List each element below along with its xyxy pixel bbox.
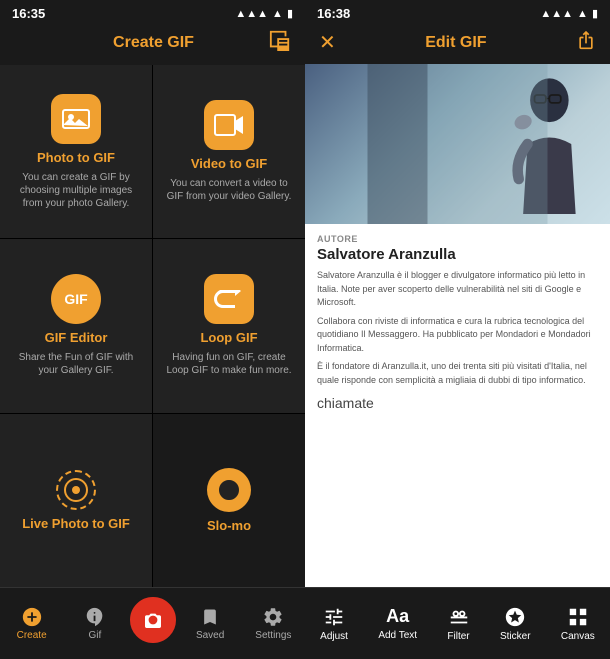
left-status-icons: ▲▲▲ ▲ ▮ <box>235 7 293 20</box>
article-content: AUTORE Salvatore Aranzulla Salvatore Ara… <box>305 224 610 421</box>
left-page-title: Create GIF <box>113 34 194 52</box>
video-to-gif-title: Video to GIF <box>191 156 267 171</box>
loop-icon-wrap <box>204 274 254 324</box>
live-photo-to-gif-title: Live Photo to GIF <box>22 516 130 531</box>
loop-gif-title: Loop GIF <box>200 330 257 345</box>
tab-create-label: Create <box>17 630 47 641</box>
image-preview: AUTORE Salvatore Aranzulla Salvatore Ara… <box>305 64 610 587</box>
right-status-icons: ▲▲▲ ▲ ▮ <box>540 7 598 20</box>
slomo-icon-wrap <box>207 468 251 512</box>
article-card: AUTORE Salvatore Aranzulla Salvatore Ara… <box>305 64 610 587</box>
loop-gif-desc: Having fun on GIF, create Loop GIF to ma… <box>163 351 295 377</box>
grid-item-video-to-gif[interactable]: Video to GIF You can convert a video to … <box>153 65 305 238</box>
toolbar-filter-label: Filter <box>447 631 469 642</box>
toolbar-item-sticker[interactable]: Sticker <box>500 606 531 642</box>
slo-mo-title: Slo-mo <box>207 518 251 533</box>
left-tab-bar: Create Gif Saved Settings <box>0 587 305 659</box>
left-status-bar: 16:35 ▲▲▲ ▲ ▮ <box>0 0 305 25</box>
article-image <box>305 64 610 224</box>
toolbar-item-filter[interactable]: Filter <box>447 606 469 642</box>
gif-editor-desc: Share the Fun of GIF with your Gallery G… <box>10 351 142 377</box>
left-time: 16:35 <box>12 6 45 21</box>
tab-settings[interactable]: Settings <box>242 606 305 641</box>
close-button[interactable]: ✕ <box>319 30 336 55</box>
feature-grid: Photo to GIF You can create a GIF by cho… <box>0 65 305 587</box>
article-label: AUTORE <box>317 234 598 244</box>
tab-settings-label: Settings <box>255 630 291 641</box>
article-para-3: È il fondatore di Aranzulla.it, uno dei … <box>317 360 598 387</box>
right-panel: 16:38 ▲▲▲ ▲ ▮ ✕ Edit GIF <box>305 0 610 659</box>
live-photo-icon <box>56 470 96 510</box>
toolbar-adjust-label: Adjust <box>320 631 348 642</box>
tab-saved-label: Saved <box>196 630 224 641</box>
gif-editor-title: GIF Editor <box>45 330 108 345</box>
photo-icon-wrap <box>51 94 101 144</box>
video-to-gif-desc: You can convert a video to GIF from your… <box>163 177 295 203</box>
tab-create[interactable]: Create <box>0 606 63 641</box>
background-pattern <box>305 64 610 224</box>
grid-item-photo-to-gif[interactable]: Photo to GIF You can create a GIF by cho… <box>0 65 152 238</box>
video-icon-wrap <box>204 100 254 150</box>
tab-gif-label: Gif <box>88 630 101 641</box>
article-para-1: Salvatore Aranzulla è il blogger e divul… <box>317 269 598 310</box>
grid-item-gif-editor[interactable]: GIF GIF Editor Share the Fun of GIF with… <box>0 239 152 412</box>
right-signal-icon: ▲▲▲ <box>540 8 573 20</box>
article-para-2: Collabora con riviste di informatica e c… <box>317 315 598 356</box>
right-toolbar: Adjust Aa Add Text Filter Sticker Canvas <box>305 587 610 659</box>
toolbar-item-canvas[interactable]: Canvas <box>561 606 595 642</box>
right-time: 16:38 <box>317 6 350 21</box>
toolbar-item-add-text[interactable]: Aa Add Text <box>378 606 417 641</box>
grid-item-live-photo-to-gif[interactable]: Live Photo to GIF <box>0 414 152 587</box>
article-footer: chiamate <box>317 395 598 411</box>
right-page-title: Edit GIF <box>425 34 486 52</box>
signal-icon: ▲▲▲ <box>235 8 268 20</box>
toolbar-add-text-label: Add Text <box>378 630 417 641</box>
article-text: Salvatore Aranzulla è il blogger e divul… <box>317 269 598 387</box>
photo-to-gif-desc: You can create a GIF by choosing multipl… <box>10 171 142 210</box>
toolbar-item-adjust[interactable]: Adjust <box>320 606 348 642</box>
photo-to-gif-title: Photo to GIF <box>37 150 115 165</box>
tab-saved[interactable]: Saved <box>179 606 242 641</box>
grid-item-slo-mo[interactable]: Slo-mo <box>153 414 305 587</box>
article-name: Salvatore Aranzulla <box>317 246 598 263</box>
toolbar-canvas-label: Canvas <box>561 631 595 642</box>
left-panel: 16:35 ▲▲▲ ▲ ▮ Create GIF Pho <box>0 0 305 659</box>
right-wifi-icon: ▲ <box>577 8 588 20</box>
right-battery-icon: ▮ <box>592 7 598 20</box>
add-text-icon: Aa <box>386 606 409 627</box>
right-nav-bar: ✕ Edit GIF <box>305 25 610 64</box>
wifi-icon: ▲ <box>272 8 283 20</box>
right-status-bar: 16:38 ▲▲▲ ▲ ▮ <box>305 0 610 25</box>
right-share-button[interactable] <box>576 29 596 56</box>
gif-icon-wrap: GIF <box>51 274 101 324</box>
slomo-inner <box>216 477 242 503</box>
battery-icon: ▮ <box>287 7 293 20</box>
left-nav-bar: Create GIF <box>0 25 305 65</box>
toolbar-sticker-label: Sticker <box>500 631 531 642</box>
grid-item-loop-gif[interactable]: Loop GIF Having fun on GIF, create Loop … <box>153 239 305 412</box>
tab-gif[interactable]: Gif <box>63 606 126 641</box>
tab-camera-button[interactable] <box>127 594 179 646</box>
share-icon[interactable] <box>269 29 291 57</box>
